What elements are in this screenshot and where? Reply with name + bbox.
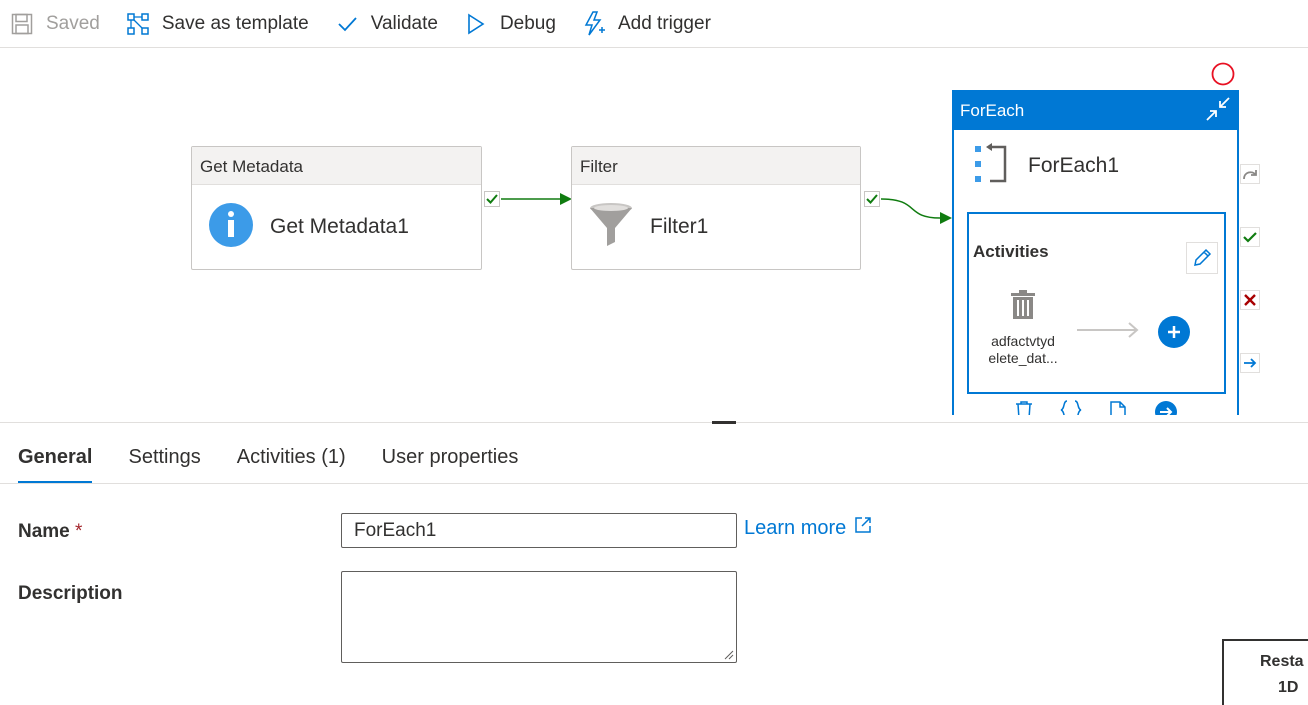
saved-label: Saved — [46, 12, 100, 34]
child-activity-label: adfactvtyd elete_dat... — [988, 333, 1058, 366]
delete-icon[interactable] — [1014, 400, 1034, 415]
foreach-action-bar — [954, 400, 1237, 415]
redo-icon — [1243, 170, 1257, 180]
tab-general[interactable]: General — [18, 434, 93, 484]
name-input[interactable] — [341, 513, 737, 548]
pipeline-toolbar: Saved Save as template Validate Debug Ad… — [0, 0, 1308, 48]
check-icon — [486, 194, 498, 204]
corner-text-1: Resta — [1260, 653, 1304, 670]
corner-text-2: 1D — [1278, 679, 1299, 696]
success-output-handle[interactable] — [484, 191, 500, 207]
tab-user-properties[interactable]: User properties — [382, 434, 519, 484]
lightning-icon — [582, 10, 606, 36]
skipped-output-handle[interactable] — [1240, 164, 1260, 184]
description-label: Description — [18, 583, 123, 604]
info-icon — [208, 202, 254, 253]
saved-button[interactable]: Saved — [10, 4, 100, 44]
check-icon — [1243, 232, 1257, 243]
collapse-icon[interactable] — [1205, 96, 1231, 127]
learn-more-label: Learn more — [744, 516, 847, 539]
filter-name: Filter1 — [650, 215, 709, 238]
save-icon — [10, 12, 34, 36]
debug-button[interactable]: Debug — [464, 4, 556, 44]
external-link-icon — [854, 516, 872, 540]
name-label: Name — [18, 521, 70, 542]
pipeline-canvas[interactable]: Get Metadata Get Metadata1 Filter Filter… — [0, 49, 1308, 415]
name-field-label: Name * — [18, 521, 82, 543]
add-trigger-label: Add trigger — [617, 12, 711, 34]
tab-settings[interactable]: Settings — [128, 434, 200, 484]
output-arrow-icon[interactable] — [1154, 400, 1178, 415]
resize-grip-icon[interactable] — [724, 650, 734, 660]
activities-label: Activities — [973, 242, 1049, 261]
splitter-handle[interactable] — [712, 421, 736, 424]
get-metadata-activity[interactable]: Get Metadata Get Metadata1 — [191, 146, 482, 270]
trash-icon — [1011, 290, 1035, 319]
description-input[interactable] — [341, 571, 737, 663]
success-output-handle[interactable] — [1240, 227, 1260, 247]
failure-output-handle[interactable] — [1240, 290, 1260, 310]
overlay-corner-panel: Resta 1D — [1222, 639, 1308, 705]
tab-activities[interactable]: Activities (1) — [237, 434, 346, 484]
save-as-template-label: Save as template — [161, 12, 309, 34]
save-as-template-button[interactable]: Save as template — [126, 4, 309, 44]
debug-label: Debug — [499, 12, 556, 34]
foreach-loop-icon — [974, 142, 1008, 190]
foreach-activity[interactable]: ForEach ForEach1 Activities adfactvtyd e… — [952, 90, 1239, 415]
filter-type: Filter — [572, 147, 860, 185]
panel-divider — [0, 422, 1308, 423]
checkmark-icon — [335, 12, 359, 36]
properties-tabs: General Settings Activities (1) User pro… — [18, 434, 554, 484]
play-icon — [464, 12, 488, 36]
add-activity-button[interactable] — [1158, 316, 1190, 348]
foreach-type: ForEach — [960, 101, 1025, 120]
completion-output-handle[interactable] — [1240, 353, 1260, 373]
arrow-right-icon — [1077, 322, 1139, 338]
get-metadata-type: Get Metadata — [192, 147, 481, 185]
connector-filter-foreach — [880, 198, 941, 219]
code-icon[interactable] — [1060, 400, 1082, 415]
pencil-icon — [1194, 248, 1212, 266]
funnel-icon — [588, 201, 634, 254]
add-trigger-button[interactable]: Add trigger — [582, 4, 711, 44]
x-icon — [1244, 294, 1256, 306]
success-output-handle[interactable] — [864, 191, 880, 207]
plus-icon — [1168, 326, 1180, 338]
child-activity[interactable]: adfactvtyd elete_dat... — [981, 290, 1065, 367]
filter-activity[interactable]: Filter Filter1 — [571, 146, 861, 270]
check-icon — [866, 194, 878, 204]
get-metadata-name: Get Metadata1 — [270, 215, 409, 238]
required-mark: * — [75, 521, 83, 542]
template-icon — [126, 12, 150, 36]
tabs-divider — [0, 483, 1308, 484]
foreach-inner-activities: Activities adfactvtyd elete_dat... — [967, 212, 1226, 394]
validate-button[interactable]: Validate — [335, 4, 438, 44]
connector-arrowhead — [940, 212, 952, 224]
arrow-right-icon — [1244, 358, 1257, 368]
edit-activities-button[interactable] — [1186, 242, 1218, 274]
validate-label: Validate — [370, 12, 438, 34]
foreach-name: ForEach1 — [1028, 154, 1120, 177]
copy-icon[interactable] — [1108, 400, 1128, 415]
status-ring-icon — [1211, 62, 1235, 91]
learn-more-link[interactable]: Learn more — [744, 516, 872, 540]
